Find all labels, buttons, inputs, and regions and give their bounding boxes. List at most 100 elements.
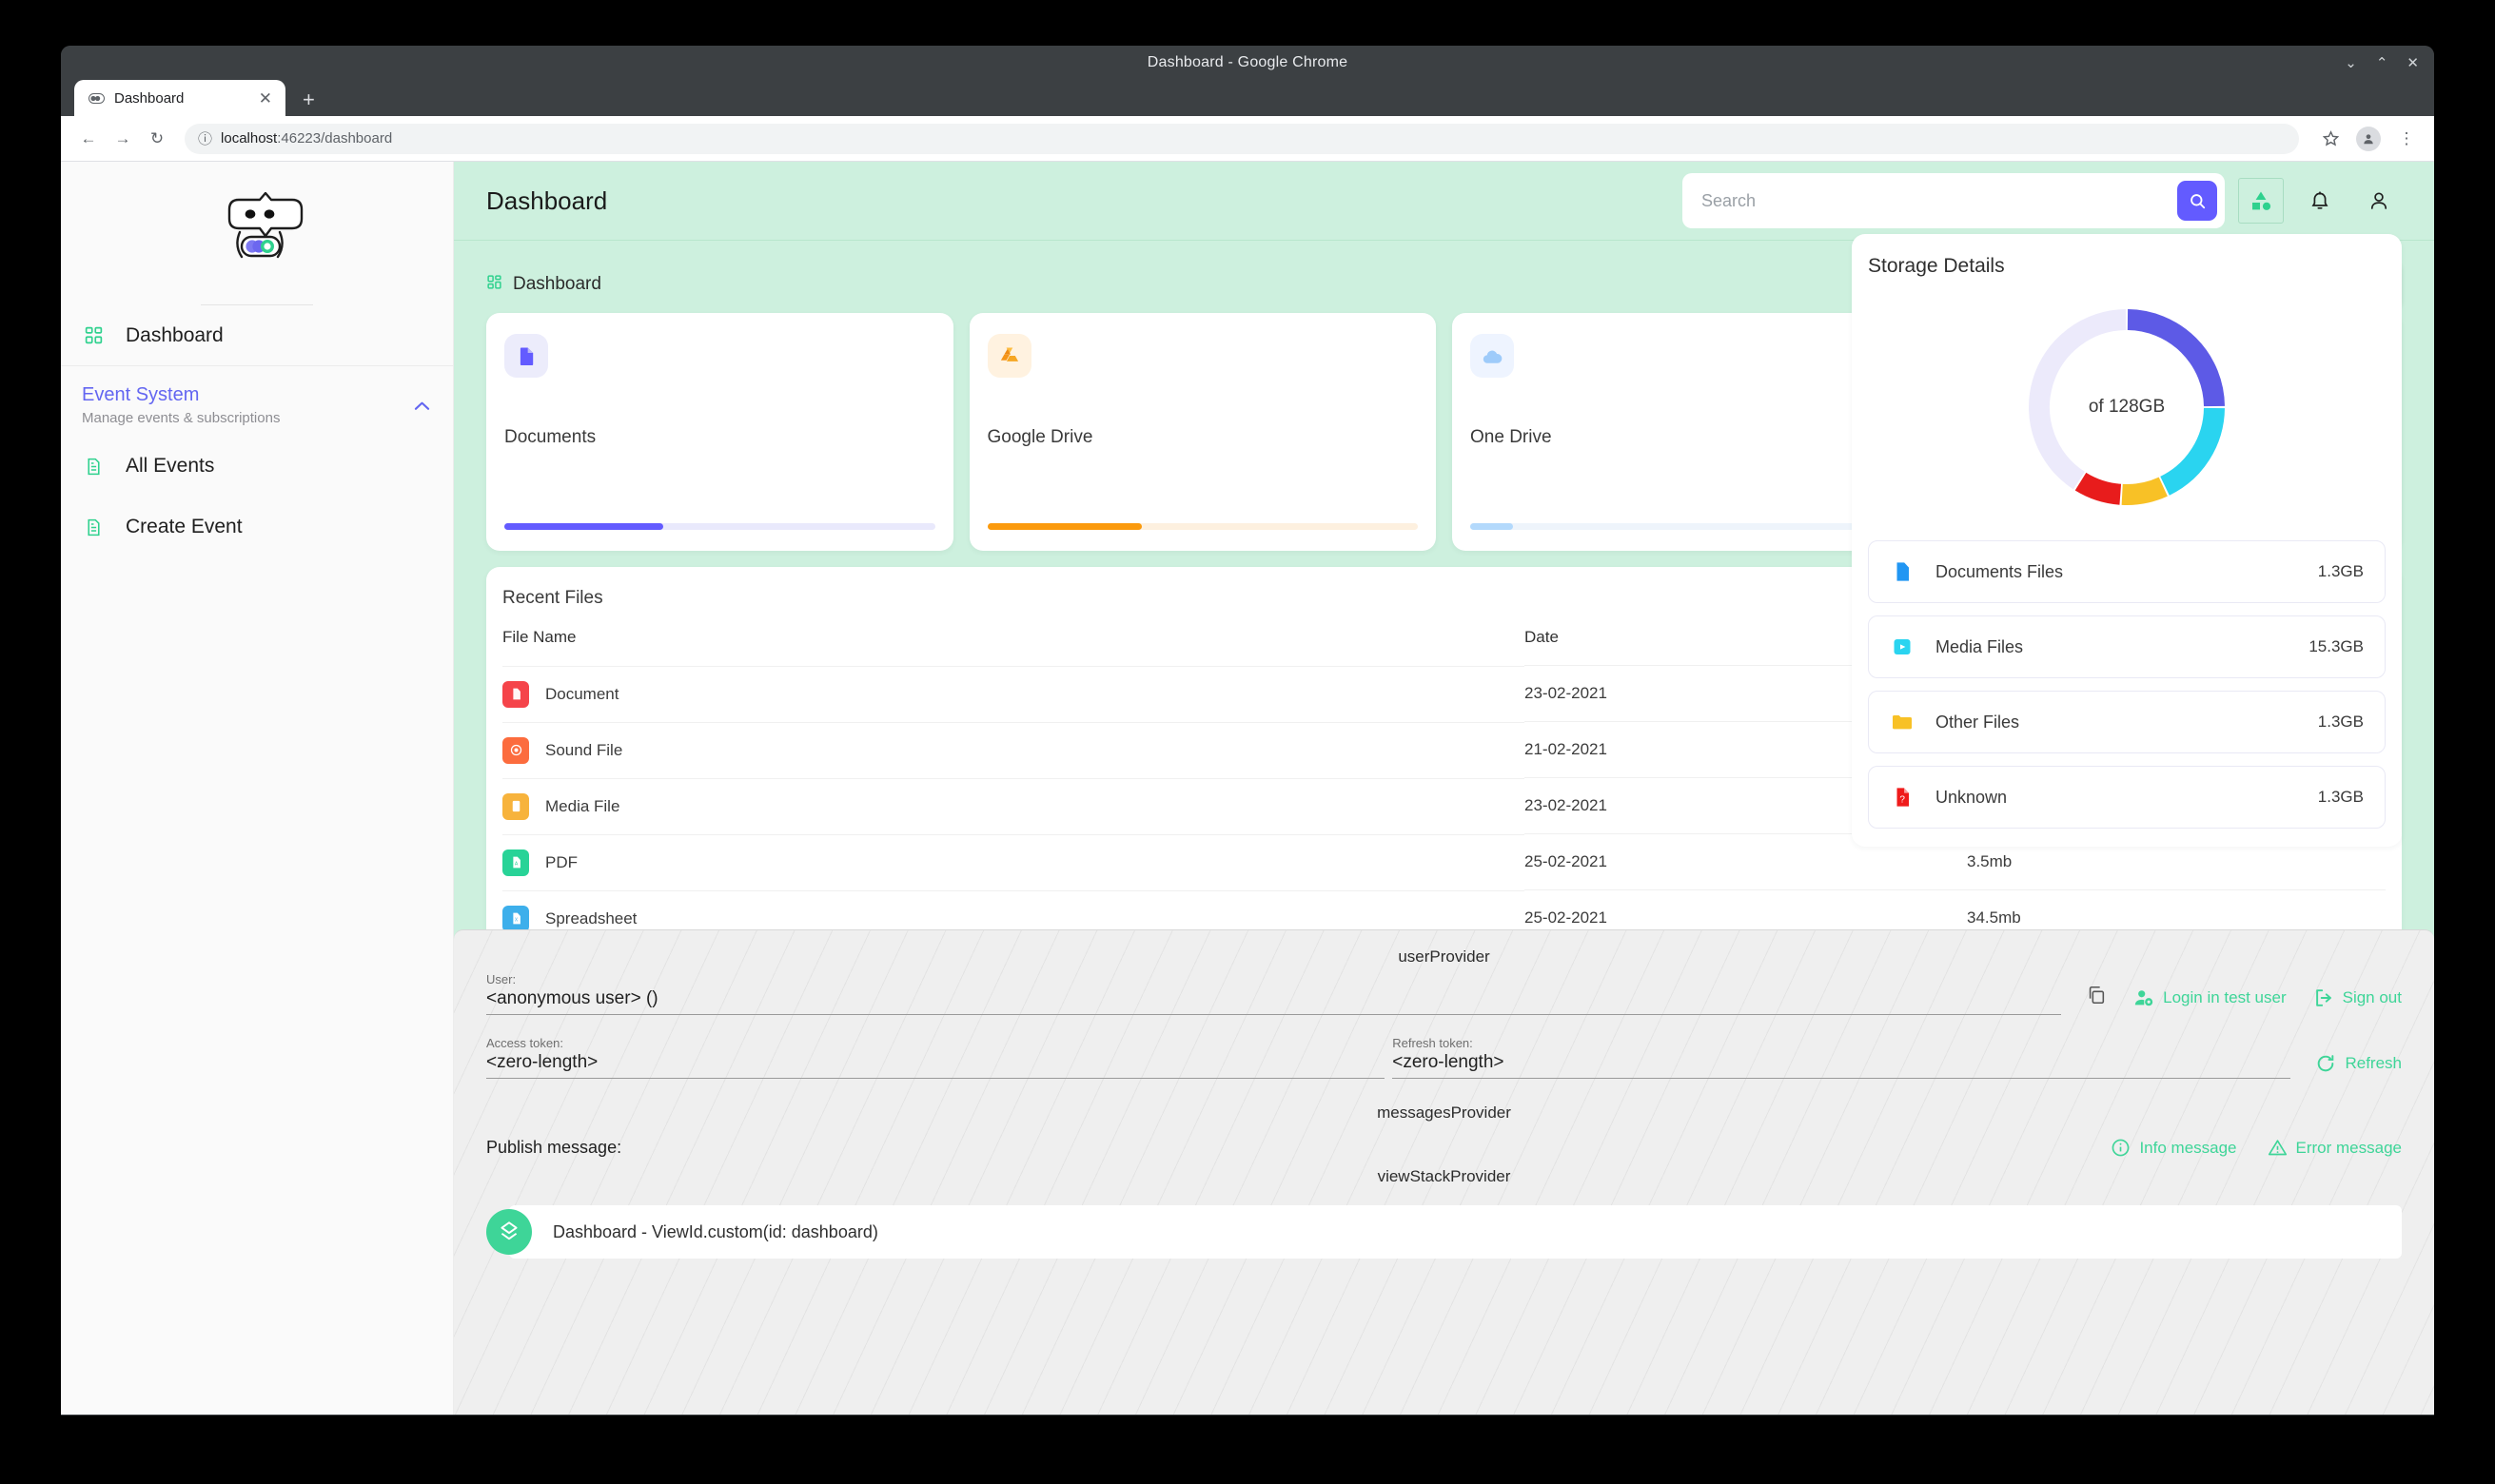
user-field-label: User: [486, 972, 2061, 986]
doc-file-icon [502, 681, 529, 708]
breadcrumb: Dashboard [486, 274, 601, 295]
info-message-button[interactable]: Info message [2111, 1138, 2236, 1158]
storage-breakdown-row[interactable]: Documents Files 1.3GB [1868, 540, 2386, 603]
copy-icon[interactable] [2086, 985, 2107, 1010]
cell-file-name: Document [502, 666, 1524, 722]
profile-avatar-icon[interactable] [2356, 127, 2381, 151]
donut-segment [2081, 481, 2121, 495]
access-token-field[interactable]: Access token: <zero-length> [486, 1036, 1385, 1079]
tokens-field-row: Access token: <zero-length> Refresh toke… [486, 1036, 2402, 1079]
user-field-value: <anonymous user> () [486, 988, 2061, 1009]
browser-menu-icon[interactable]: ⋮ [2392, 125, 2421, 153]
login-test-user-button[interactable]: Login in test user [2133, 987, 2286, 1008]
toolbar-right: ⋮ [2316, 125, 2421, 153]
folder-icon [1890, 710, 1915, 734]
refresh-button[interactable]: Refresh [2315, 1053, 2402, 1074]
cell-file-name: Sound File [502, 722, 1524, 778]
storage-card[interactable]: Documents [486, 313, 953, 551]
token-actions: Refresh [2290, 1053, 2402, 1079]
access-token-label: Access token: [486, 1036, 1385, 1050]
tab-favicon-icon [88, 89, 105, 107]
search-input[interactable] [1701, 191, 2177, 211]
chevron-up-icon[interactable] [414, 397, 430, 414]
new-tab-button[interactable]: + [303, 89, 315, 110]
donut-segment [2165, 408, 2214, 486]
breadcrumb-label: Dashboard [513, 274, 601, 295]
refresh-token-value: <zero-length> [1392, 1052, 2290, 1073]
forward-button[interactable]: → [108, 125, 137, 153]
info-icon [2111, 1138, 2131, 1158]
donut-center-label: of 128GB [1868, 397, 2386, 418]
user-icon[interactable] [2356, 178, 2402, 224]
storage-card-progress [1470, 523, 1901, 530]
media-file-icon [502, 793, 529, 820]
messages-provider-label: messagesProvider [486, 1103, 2402, 1123]
document-icon [82, 516, 105, 538]
user-actions: Login in test user Sign out [2061, 985, 2402, 1015]
storage-card[interactable]: One Drive [1452, 313, 1919, 551]
bookmark-star-icon[interactable] [2316, 125, 2345, 153]
layers-icon [486, 1209, 532, 1255]
search-box[interactable] [1682, 173, 2225, 228]
view-stack-entry[interactable]: Dashboard - ViewId.custom(id: dashboard) [509, 1205, 2402, 1259]
app-header: Dashboard [454, 162, 2434, 241]
refresh-icon [2315, 1053, 2336, 1074]
close-button[interactable]: ✕ [2407, 56, 2419, 70]
storage-breakdown-row[interactable]: ? Unknown 1.3GB [1868, 766, 2386, 829]
user-field[interactable]: User: <anonymous user> () [486, 972, 2061, 1015]
maximize-button[interactable]: ⌃ [2376, 56, 2388, 70]
bell-icon[interactable] [2297, 178, 2343, 224]
google-drive-icon [988, 334, 1031, 378]
address-bar[interactable]: ⓘ localhost:46223/dashboard [185, 124, 2299, 154]
window-title: Dashboard - Google Chrome [61, 54, 2434, 71]
site-info-icon[interactable]: ⓘ [198, 128, 212, 148]
user-field-row: User: <anonymous user> () [486, 972, 2402, 1015]
sidebar-item-dashboard[interactable]: Dashboard [61, 305, 453, 366]
storage-card[interactable]: Google Drive [970, 313, 1437, 551]
storage-card-progress [504, 523, 935, 530]
sidebar-item-create-event[interactable]: Create Event [61, 497, 453, 557]
info-message-label: Info message [2139, 1139, 2236, 1158]
sidebar-item-label: All Events [126, 455, 214, 478]
sign-out-button[interactable]: Sign out [2313, 987, 2402, 1008]
browser-tab[interactable]: Dashboard ✕ [74, 80, 285, 116]
grid-icon [82, 324, 105, 347]
tab-close-icon[interactable]: ✕ [255, 90, 276, 107]
storage-breakdown-list: Documents Files 1.3GB Media Files 15.3GB… [1868, 540, 2386, 829]
sign-out-label: Sign out [2343, 988, 2402, 1007]
shapes-icon[interactable] [2238, 178, 2284, 224]
app-logo [61, 162, 453, 304]
sign-out-icon [2313, 987, 2334, 1008]
file-icon [504, 334, 548, 378]
access-token-value: <zero-length> [486, 1052, 1385, 1073]
sidebar-group-subtitle: Manage events & subscriptions [82, 410, 432, 426]
user-cog-icon [2133, 987, 2154, 1008]
storage-row-size: 1.3GB [2318, 788, 2364, 807]
reload-button[interactable]: ↻ [143, 125, 171, 153]
sidebar-item-label: Create Event [126, 516, 243, 538]
sidebar-item-all-events[interactable]: All Events [61, 436, 453, 497]
storage-details-panel: Storage Details of 128GB Documents Files… [1852, 234, 2402, 847]
sidebar-group-event-system[interactable]: Event System Manage events & subscriptio… [61, 366, 453, 436]
error-message-button[interactable]: Error message [2268, 1138, 2402, 1158]
search-button[interactable] [2177, 181, 2217, 221]
file-name-label: Spreadsheet [545, 909, 637, 928]
debug-drawer: userProvider User: <anonymous user> () [454, 929, 2434, 1415]
storage-row-size: 1.3GB [2318, 562, 2364, 581]
sidebar-group-title: Event System [82, 383, 432, 407]
storage-breakdown-row[interactable]: Media Files 15.3GB [1868, 615, 2386, 678]
minimize-button[interactable]: ⌄ [2345, 56, 2357, 70]
storage-breakdown-row[interactable]: Other Files 1.3GB [1868, 691, 2386, 753]
storage-card-label: Documents [504, 427, 935, 448]
sidebar: Dashboard Event System Manage events & s… [61, 162, 454, 1415]
file-name-label: Sound File [545, 741, 622, 760]
pdf-file-icon: A [502, 849, 529, 876]
viewstack-provider-label: viewStackProvider [486, 1167, 2402, 1186]
refresh-token-field[interactable]: Refresh token: <zero-length> [1392, 1036, 2290, 1079]
donut-segment [2128, 320, 2214, 406]
storage-row-size: 1.3GB [2318, 713, 2364, 732]
window-titlebar: Dashboard - Google Chrome ⌄ ⌃ ✕ [61, 46, 2434, 80]
back-button[interactable]: ← [74, 125, 103, 153]
page-body: Dashboard Event System Manage events & s… [61, 162, 2434, 1415]
window-controls: ⌄ ⌃ ✕ [2345, 46, 2419, 80]
